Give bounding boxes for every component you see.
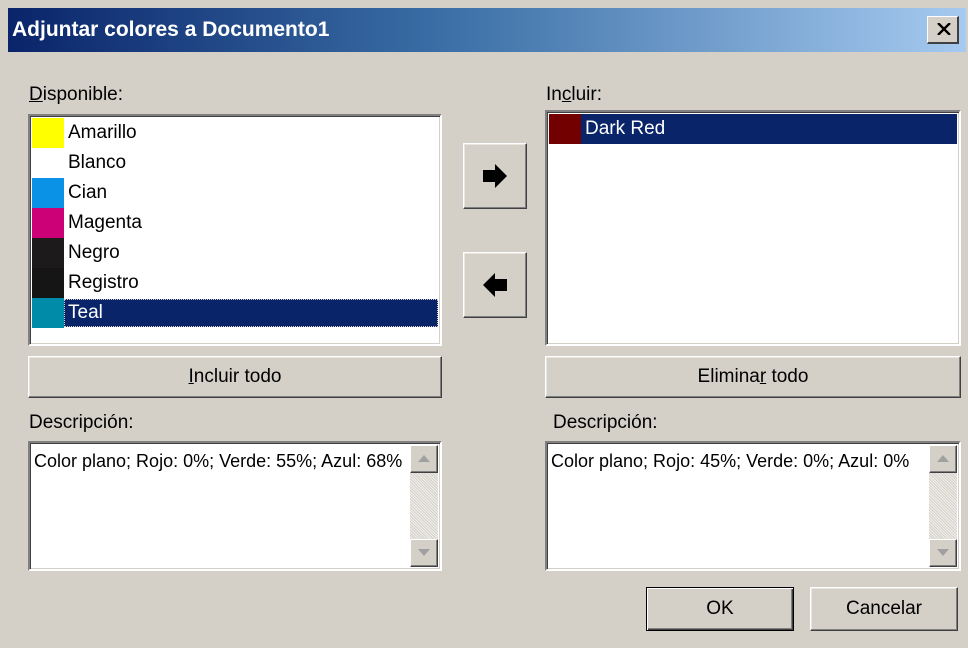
available-colors-list[interactable]: Amarillo Blanco Cian Magenta Negro Registro Te… [28, 114, 442, 346]
ok-button[interactable]: OK [646, 587, 794, 631]
scroll-up-button[interactable] [929, 445, 957, 473]
color-list-item[interactable]: Amarillo [32, 118, 438, 148]
color-list-item[interactable]: Registro [32, 268, 438, 298]
color-list-item[interactable]: Teal [32, 298, 438, 328]
cancel-button[interactable]: Cancelar [810, 587, 958, 631]
color-swatch [32, 298, 64, 328]
included-description-scrollbar[interactable] [929, 445, 957, 567]
remove-color-button[interactable] [463, 252, 527, 318]
close-icon [937, 23, 951, 35]
color-name: Negro [68, 242, 120, 263]
include-all-button[interactable]: Incluir todo [28, 356, 442, 398]
available-description-text: Color plano; Rojo: 0%; Verde: 55%; Azul:… [34, 451, 403, 471]
color-swatch [32, 268, 64, 298]
add-color-button[interactable] [463, 143, 527, 209]
available-label: Disponible: [29, 84, 124, 105]
available-description-label: Descripción: [29, 412, 134, 433]
scroll-up-icon [937, 455, 949, 462]
color-name: Cian [68, 182, 108, 203]
available-description-scrollbar[interactable] [410, 445, 438, 567]
scroll-down-button[interactable] [410, 539, 438, 567]
scroll-down-button[interactable] [929, 539, 957, 567]
color-name: Dark Red [581, 114, 957, 144]
included-description-label: Descripción: [553, 412, 658, 433]
color-list-item[interactable]: Blanco [32, 148, 438, 178]
color-swatch [32, 238, 64, 268]
color-list-item[interactable]: Cian [32, 178, 438, 208]
color-name: Teal [64, 299, 438, 327]
scroll-up-button[interactable] [410, 445, 438, 473]
close-button[interactable] [927, 16, 959, 44]
included-label: Incluir: [546, 84, 602, 105]
arrow-right-icon [483, 164, 507, 188]
color-swatch [32, 148, 64, 178]
included-description-box[interactable]: Color plano; Rojo: 45%; Verde: 0%; Azul:… [545, 441, 961, 571]
title-bar: Adjuntar colores a Documento1 [0, 0, 968, 64]
color-list-item[interactable]: Magenta [32, 208, 438, 238]
color-name: Amarillo [68, 122, 137, 143]
color-name: Blanco [68, 152, 127, 173]
included-description-text: Color plano; Rojo: 45%; Verde: 0%; Azul:… [551, 451, 910, 471]
color-swatch [549, 114, 581, 144]
window-title: Adjuntar colores a Documento1 [12, 18, 330, 41]
scroll-down-icon [937, 549, 949, 556]
color-swatch [32, 208, 64, 238]
color-list-item[interactable]: Negro [32, 238, 438, 268]
color-name: Registro [68, 272, 139, 293]
color-list-item[interactable]: Dark Red [549, 114, 957, 144]
color-swatch [32, 178, 64, 208]
remove-all-button[interactable]: Eliminar todo [545, 356, 961, 398]
included-colors-list[interactable]: Dark Red [545, 110, 961, 346]
color-name: Magenta [68, 212, 142, 233]
color-swatch [32, 118, 64, 148]
available-description-box[interactable]: Color plano; Rojo: 0%; Verde: 55%; Azul:… [28, 441, 442, 571]
arrow-left-icon [483, 273, 507, 297]
scroll-down-icon [418, 549, 430, 556]
scroll-up-icon [418, 455, 430, 462]
